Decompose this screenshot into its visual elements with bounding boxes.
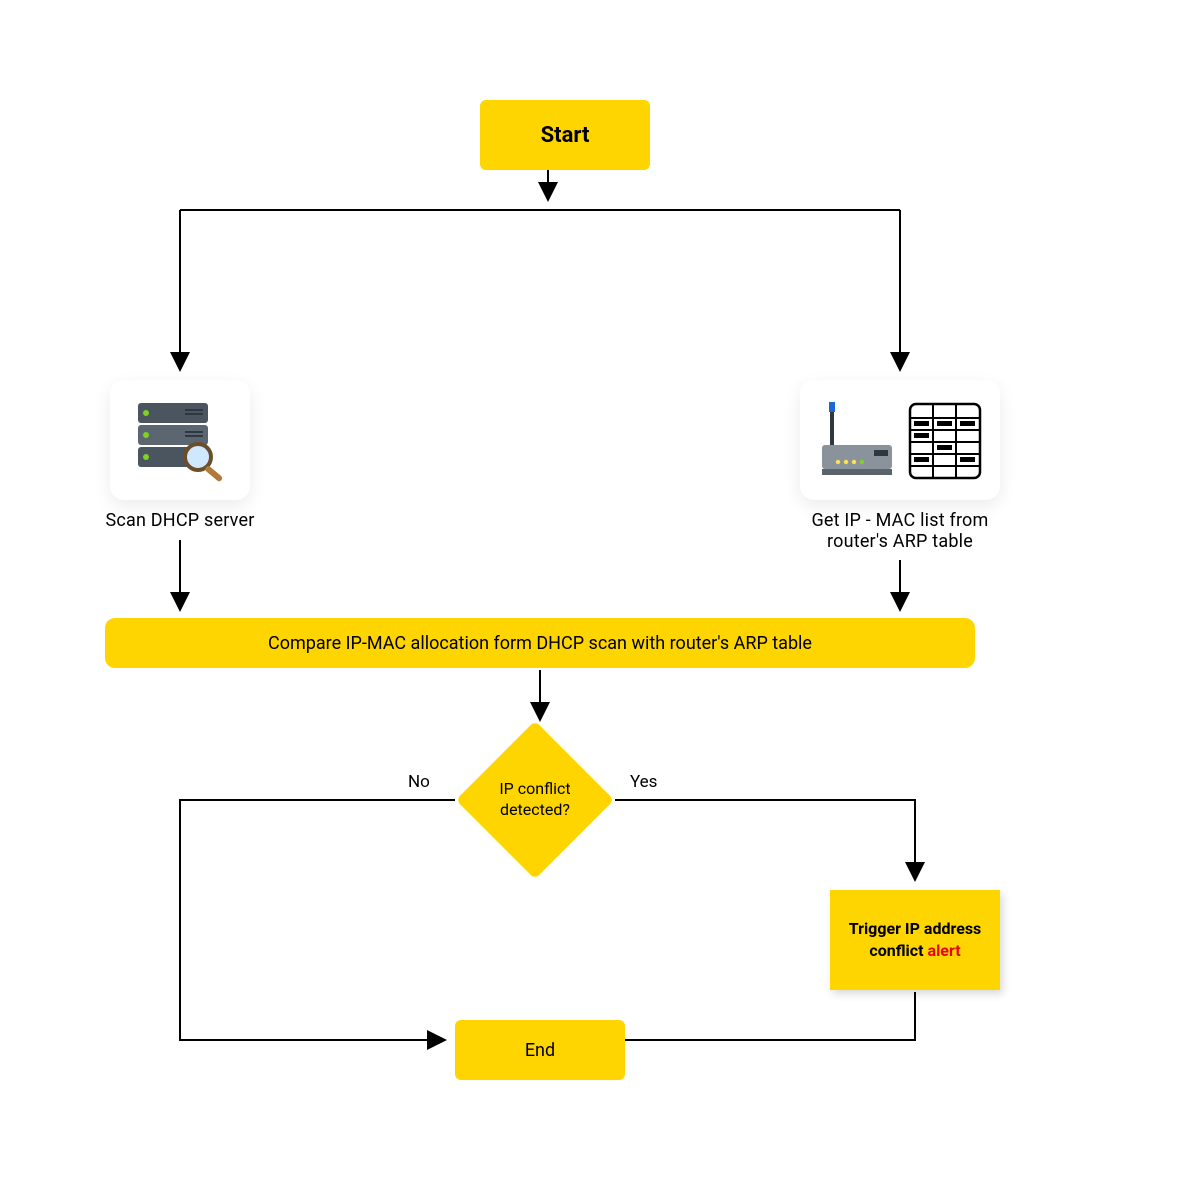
decision-no-label: No xyxy=(408,772,430,792)
decision-node: IP conflict detected? xyxy=(455,720,615,880)
start-node: Start xyxy=(480,100,650,170)
compare-label: Compare IP-MAC allocation form DHCP scan… xyxy=(268,633,812,654)
router-arp-card xyxy=(800,380,1000,500)
start-label: Start xyxy=(541,123,590,148)
decision-label: IP conflict detected? xyxy=(485,779,585,821)
dhcp-server-card xyxy=(110,380,250,500)
trigger-alert-text: alert xyxy=(928,941,961,960)
trigger-alert-node: Trigger IP address conflict alert xyxy=(830,890,1000,990)
get-arp-label: Get IP - MAC list from router's ARP tabl… xyxy=(790,510,1010,552)
end-node: End xyxy=(455,1020,625,1080)
end-label: End xyxy=(525,1040,555,1061)
trigger-text: Trigger IP address conflict xyxy=(849,919,982,960)
router-table-icon xyxy=(810,390,990,490)
server-icon xyxy=(130,395,230,485)
compare-node: Compare IP-MAC allocation form DHCP scan… xyxy=(105,618,975,668)
flowchart-canvas: Start Scan DHCP server xyxy=(0,0,1200,1200)
scan-dhcp-label: Scan DHCP server xyxy=(95,510,265,531)
decision-yes-label: Yes xyxy=(630,772,657,792)
